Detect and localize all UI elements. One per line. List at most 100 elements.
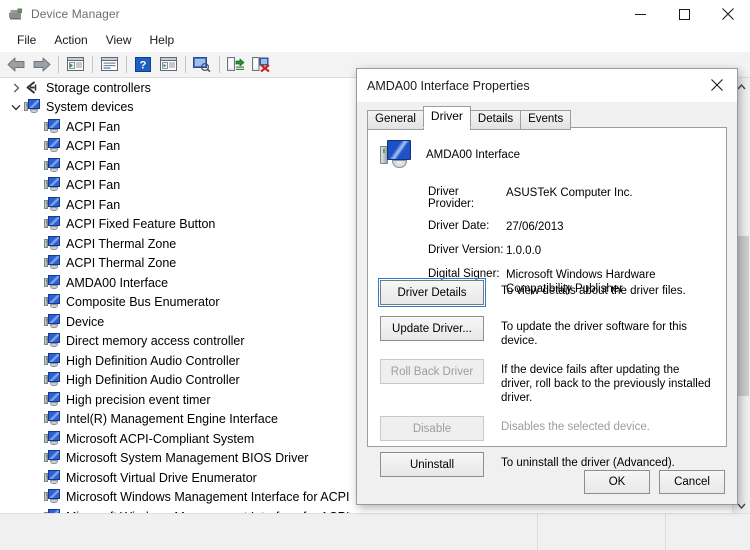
tree-item-label: Microsoft Windows Management Interface f… bbox=[66, 490, 350, 504]
tree-item-label: Intel(R) Management Engine Interface bbox=[66, 412, 278, 426]
menu-file[interactable]: File bbox=[8, 30, 45, 50]
toolbar-separator bbox=[185, 56, 186, 73]
system-device-icon bbox=[44, 196, 61, 213]
window-title: Device Manager bbox=[31, 7, 120, 21]
tree-indent-spacer bbox=[28, 294, 44, 310]
action-row: Disable Disables the selected device. bbox=[380, 416, 718, 441]
minimize-button[interactable] bbox=[618, 0, 662, 28]
forward-icon[interactable] bbox=[29, 54, 53, 76]
tree-item-label: ACPI Fan bbox=[66, 178, 121, 192]
dialog-tabs: General Driver Details Events bbox=[367, 106, 572, 130]
tree-indent-spacer bbox=[28, 431, 44, 447]
menubar: File Action View Help bbox=[0, 28, 750, 52]
driver-version-label: Driver Version: bbox=[428, 244, 504, 256]
property-row: Driver Version: 1.0.0.0 bbox=[428, 244, 718, 258]
action-row: Update Driver... To update the driver so… bbox=[380, 316, 718, 348]
toolbar-separator bbox=[219, 56, 220, 73]
tree-indent-spacer bbox=[28, 197, 44, 213]
menu-action[interactable]: Action bbox=[45, 30, 96, 50]
driver-provider-value: ASUSTeK Computer Inc. bbox=[506, 187, 633, 199]
dialog-title: AMDA00 Interface Properties bbox=[367, 78, 530, 93]
window-titlebar: Device Manager bbox=[0, 0, 750, 28]
system-device-icon bbox=[44, 430, 61, 447]
tree-item-label: Storage controllers bbox=[46, 80, 151, 95]
device-manager-icon bbox=[8, 6, 24, 22]
menu-help[interactable]: Help bbox=[141, 30, 184, 50]
disable-device-button[interactable]: Disable bbox=[380, 416, 484, 441]
driver-details-description: To view details about the driver files. bbox=[501, 285, 686, 297]
storage-controller-icon bbox=[24, 80, 41, 96]
roll-back-driver-button[interactable]: Roll Back Driver bbox=[380, 359, 484, 384]
chevron-down-icon[interactable] bbox=[8, 99, 24, 115]
show-hidden-devices-icon[interactable] bbox=[156, 54, 180, 76]
tree-indent-spacer bbox=[28, 489, 44, 505]
system-device-icon bbox=[44, 450, 61, 466]
update-driver-icon[interactable] bbox=[224, 54, 248, 76]
close-button[interactable] bbox=[706, 0, 750, 28]
tree-item-label: High Definition Audio Controller bbox=[66, 373, 240, 387]
system-device-icon bbox=[380, 140, 412, 170]
tree-indent-spacer bbox=[28, 333, 44, 349]
update-driver-button[interactable]: Update Driver... bbox=[380, 316, 484, 341]
properties-icon[interactable] bbox=[97, 54, 121, 76]
chevron-right-icon[interactable] bbox=[8, 80, 24, 96]
properties-panel-icon[interactable] bbox=[63, 54, 87, 76]
tree-item-label: Direct memory access controller bbox=[66, 334, 245, 348]
driver-actions: Driver Details To view details about the… bbox=[378, 278, 718, 488]
tree-item-label: ACPI Fan bbox=[66, 139, 121, 153]
driver-details-button[interactable]: Driver Details bbox=[378, 278, 486, 307]
driver-date-value: 27/06/2013 bbox=[506, 221, 564, 233]
menu-view[interactable]: View bbox=[97, 30, 141, 50]
tab-driver[interactable]: Driver bbox=[422, 106, 471, 128]
uninstall-device-icon[interactable] bbox=[249, 54, 273, 76]
tab-details[interactable]: Details bbox=[469, 110, 522, 130]
system-device-icon bbox=[44, 177, 61, 193]
tree-item-label: ACPI Fixed Feature Button bbox=[66, 217, 216, 231]
system-device-icon bbox=[44, 118, 61, 135]
driver-version-value: 1.0.0.0 bbox=[506, 245, 542, 257]
tree-item-label: System devices bbox=[46, 100, 134, 114]
toolbar-separator bbox=[92, 56, 93, 73]
system-device-icon bbox=[44, 469, 61, 486]
system-device-icon bbox=[44, 294, 61, 310]
tree-indent-spacer bbox=[28, 275, 44, 291]
status-segment-two bbox=[538, 514, 666, 550]
tree-item-label: ACPI Fan bbox=[66, 158, 121, 173]
system-device-icon bbox=[44, 352, 61, 369]
scan-hardware-changes-icon[interactable] bbox=[190, 54, 214, 76]
system-device-icon bbox=[44, 313, 61, 330]
tree-indent-spacer bbox=[28, 470, 44, 486]
tab-events[interactable]: Events bbox=[520, 110, 572, 130]
action-row: Roll Back Driver If the device fails aft… bbox=[380, 359, 718, 405]
dialog-close-button[interactable] bbox=[697, 69, 737, 101]
maximize-button[interactable] bbox=[662, 0, 706, 28]
tree-item-label: Composite Bus Enumerator bbox=[66, 295, 220, 309]
back-icon[interactable] bbox=[4, 54, 28, 76]
window-controls bbox=[618, 0, 750, 28]
driver-date-label: Driver Date: bbox=[428, 220, 490, 232]
help-icon[interactable]: ? bbox=[131, 54, 155, 76]
properties-dialog: AMDA00 Interface Properties General Driv… bbox=[356, 68, 738, 505]
disable-device-description: Disables the selected device. bbox=[501, 421, 650, 433]
tree-item-label: AMDA00 Interface bbox=[66, 275, 169, 290]
tree-indent-spacer bbox=[28, 372, 44, 388]
system-device-icon bbox=[44, 255, 61, 271]
system-device-icon bbox=[44, 216, 61, 232]
tab-general[interactable]: General bbox=[367, 110, 424, 130]
action-row: Uninstall To uninstall the driver (Advan… bbox=[380, 452, 718, 477]
tree-item-label: ACPI Thermal Zone bbox=[66, 256, 177, 270]
system-device-icon bbox=[44, 274, 61, 291]
uninstall-description: To uninstall the driver (Advanced). bbox=[501, 457, 675, 469]
tree-item-label: ACPI Thermal Zone bbox=[66, 236, 177, 251]
tree-indent-spacer bbox=[28, 411, 44, 427]
property-row: Driver Provider: ASUSTeK Computer Inc. bbox=[428, 186, 718, 210]
uninstall-button[interactable]: Uninstall bbox=[380, 452, 484, 477]
system-device-icon bbox=[44, 333, 61, 349]
tree-item-label: High precision event timer bbox=[66, 392, 211, 407]
status-segment-main bbox=[0, 514, 538, 550]
system-device-icon bbox=[44, 235, 61, 252]
tree-indent-spacer bbox=[28, 450, 44, 466]
tree-indent-spacer bbox=[28, 158, 44, 174]
toolbar-separator bbox=[58, 56, 59, 73]
status-bar bbox=[0, 513, 750, 550]
